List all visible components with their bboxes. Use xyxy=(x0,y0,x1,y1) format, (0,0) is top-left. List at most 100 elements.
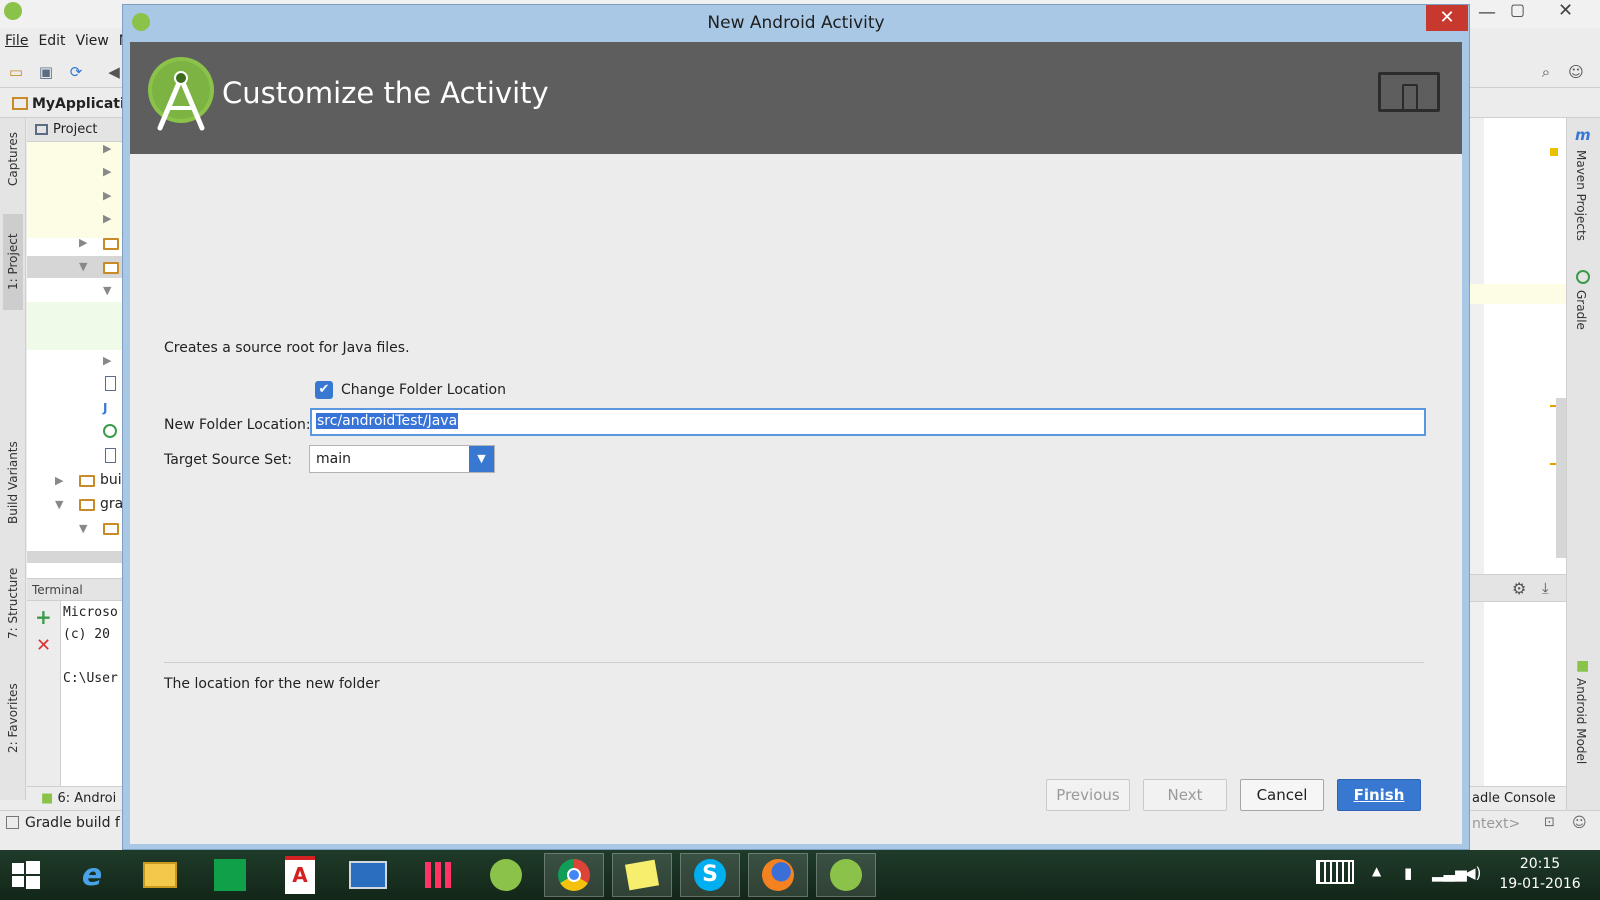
maven-icon: m xyxy=(1575,126,1591,144)
previous-button[interactable]: Previous xyxy=(1046,779,1130,811)
sticky-notes-icon[interactable] xyxy=(612,853,672,897)
target-source-value: main xyxy=(316,451,351,467)
project-panel-header: Project xyxy=(27,118,130,142)
tab-project[interactable]: 1: Project xyxy=(3,214,23,310)
tab-structure[interactable]: 7: Structure xyxy=(3,558,23,648)
project-view-icon xyxy=(35,124,48,135)
tree-expand-icon[interactable]: ▶ xyxy=(79,236,87,249)
navbar-right xyxy=(1470,90,1600,118)
dialog-close-button[interactable]: ✕ xyxy=(1426,5,1468,31)
network-icon[interactable]: ▂▃▅ xyxy=(1432,864,1467,882)
status-text: Gradle build f xyxy=(6,815,128,831)
tree-collapse-icon[interactable]: ▼ xyxy=(79,260,87,273)
tree-item-gradle[interactable]: gra xyxy=(100,496,123,512)
android-studio-logo-icon xyxy=(148,57,214,131)
store-icon[interactable] xyxy=(200,853,260,897)
help-text: The location for the new folder xyxy=(164,676,380,692)
next-button[interactable]: Next xyxy=(1143,779,1227,811)
cancel-button[interactable]: Cancel xyxy=(1240,779,1324,811)
tree-collapse-icon[interactable]: ▼ xyxy=(79,522,87,535)
ide-menubar: File Edit View N xyxy=(0,28,130,54)
lock-icon[interactable]: ⊡ xyxy=(1544,815,1555,830)
project-name: MyApplicati xyxy=(32,95,125,112)
folder-icon xyxy=(103,238,119,250)
back-arrow-icon[interactable]: ◀ xyxy=(104,62,124,82)
panel-toolbar: ⚙ ⤓ xyxy=(1470,574,1566,602)
target-source-select[interactable]: main ▼ xyxy=(309,445,495,473)
firefox-icon[interactable] xyxy=(748,853,808,897)
dialog-titlebar[interactable]: New Android Activity ✕ xyxy=(123,5,1469,41)
apps-grid-icon[interactable] xyxy=(408,853,468,897)
android-monitor-tab[interactable]: ■ 6: Androi xyxy=(27,786,130,810)
gradle-icon xyxy=(1576,270,1590,284)
windows-start-icon[interactable] xyxy=(0,853,52,897)
ide-close-icon[interactable]: ✕ xyxy=(1558,0,1573,21)
android-studio-active-icon[interactable] xyxy=(816,853,876,897)
minimize-icon[interactable]: — xyxy=(1478,2,1496,23)
android-monitor-label: 6: Androi xyxy=(57,791,117,806)
menu-edit[interactable]: Edit xyxy=(38,33,65,49)
taskbar-clock[interactable]: 20:15 19-01-2016 xyxy=(1490,854,1590,894)
add-terminal-icon[interactable]: + xyxy=(35,605,52,629)
gradle-console-tab[interactable]: adle Console xyxy=(1470,786,1566,810)
tab-build-variants[interactable]: Build Variants xyxy=(3,428,23,538)
internet-explorer-icon[interactable]: e xyxy=(62,853,122,897)
tree-expand-icon[interactable]: ▶ xyxy=(103,354,111,367)
clock-time: 20:15 xyxy=(1519,856,1561,872)
download-icon[interactable]: ⤓ xyxy=(1542,579,1549,597)
change-folder-checkbox-row[interactable]: ✔ Change Folder Location xyxy=(315,381,506,399)
editor-area-right: ⚙ ⤓ adle Console xyxy=(1470,118,1566,810)
change-folder-checkbox[interactable]: ✔ xyxy=(315,381,333,399)
search-icon[interactable]: ⌕ xyxy=(1536,62,1556,82)
tree-item-build[interactable]: bui xyxy=(100,472,122,488)
description-text: Creates a source root for Java files. xyxy=(164,340,410,356)
user-icon[interactable]: ☺ xyxy=(1566,62,1586,82)
battery-icon[interactable]: ▮ xyxy=(1404,864,1412,882)
folder-location-value: src/androidTest/Java xyxy=(316,413,459,429)
finish-button[interactable]: Finish xyxy=(1337,779,1421,811)
tree-expand-icon[interactable]: ▶ xyxy=(55,474,63,487)
adobe-reader-icon[interactable]: A xyxy=(270,853,330,897)
lenovo-icon[interactable] xyxy=(338,853,398,897)
folder-icon xyxy=(103,262,119,274)
tree-expand-icon[interactable]: ▶ xyxy=(103,212,111,225)
tree-expand-icon[interactable]: ▶ xyxy=(103,142,111,155)
show-hidden-icons-icon[interactable]: ▲ xyxy=(1372,864,1381,878)
gear-icon[interactable]: ⚙ xyxy=(1512,579,1526,598)
file-explorer-icon[interactable] xyxy=(130,853,190,897)
tab-favorites[interactable]: 2: Favorites xyxy=(3,678,23,758)
folder-location-input[interactable]: src/androidTest/Java xyxy=(310,408,1426,436)
menu-file[interactable]: File xyxy=(5,33,28,49)
android-studio-taskbar-icon[interactable] xyxy=(476,853,536,897)
tab-gradle[interactable]: Gradle xyxy=(1574,290,1588,330)
tree-expand-icon[interactable]: ▶ xyxy=(103,165,111,178)
scrollbar-track[interactable] xyxy=(1556,398,1566,558)
clock-date: 19-01-2016 xyxy=(1499,876,1581,892)
tree-collapse-icon[interactable]: ▼ xyxy=(55,498,63,511)
chrome-icon[interactable] xyxy=(544,853,604,897)
volume-icon[interactable]: ◀) xyxy=(1464,864,1481,882)
event-icon[interactable]: ☺ xyxy=(1572,815,1587,831)
gradle-build-status: Gradle build f xyxy=(25,815,120,831)
android-studio-icon xyxy=(4,2,22,20)
save-icon[interactable]: ▣ xyxy=(36,62,56,82)
open-folder-icon[interactable]: ▭ xyxy=(6,62,26,82)
chevron-down-icon[interactable]: ▼ xyxy=(469,446,494,472)
sync-icon[interactable]: ⟳ xyxy=(66,62,86,82)
tree-expand-icon[interactable]: ▶ xyxy=(103,189,111,202)
project-navbar[interactable]: MyApplicati xyxy=(0,90,130,118)
target-source-label: Target Source Set: xyxy=(164,452,293,468)
tab-captures[interactable]: Captures xyxy=(3,124,23,194)
tree-collapse-icon[interactable]: ▼ xyxy=(103,284,111,297)
tab-maven-projects[interactable]: Maven Projects xyxy=(1574,150,1588,241)
tab-android-model[interactable]: Android Model xyxy=(1574,678,1588,764)
project-tab-label[interactable]: Project xyxy=(53,122,97,137)
horizontal-scrollbar[interactable] xyxy=(27,551,130,563)
menu-view[interactable]: View xyxy=(76,33,109,49)
keyboard-icon[interactable] xyxy=(1316,860,1354,888)
maximize-icon[interactable]: ▢ xyxy=(1510,0,1525,19)
gradle-console-label: adle Console xyxy=(1472,791,1556,806)
close-terminal-icon[interactable]: ✕ xyxy=(36,635,51,656)
skype-icon[interactable]: S xyxy=(680,853,740,897)
terminal-title: Terminal xyxy=(27,579,130,601)
